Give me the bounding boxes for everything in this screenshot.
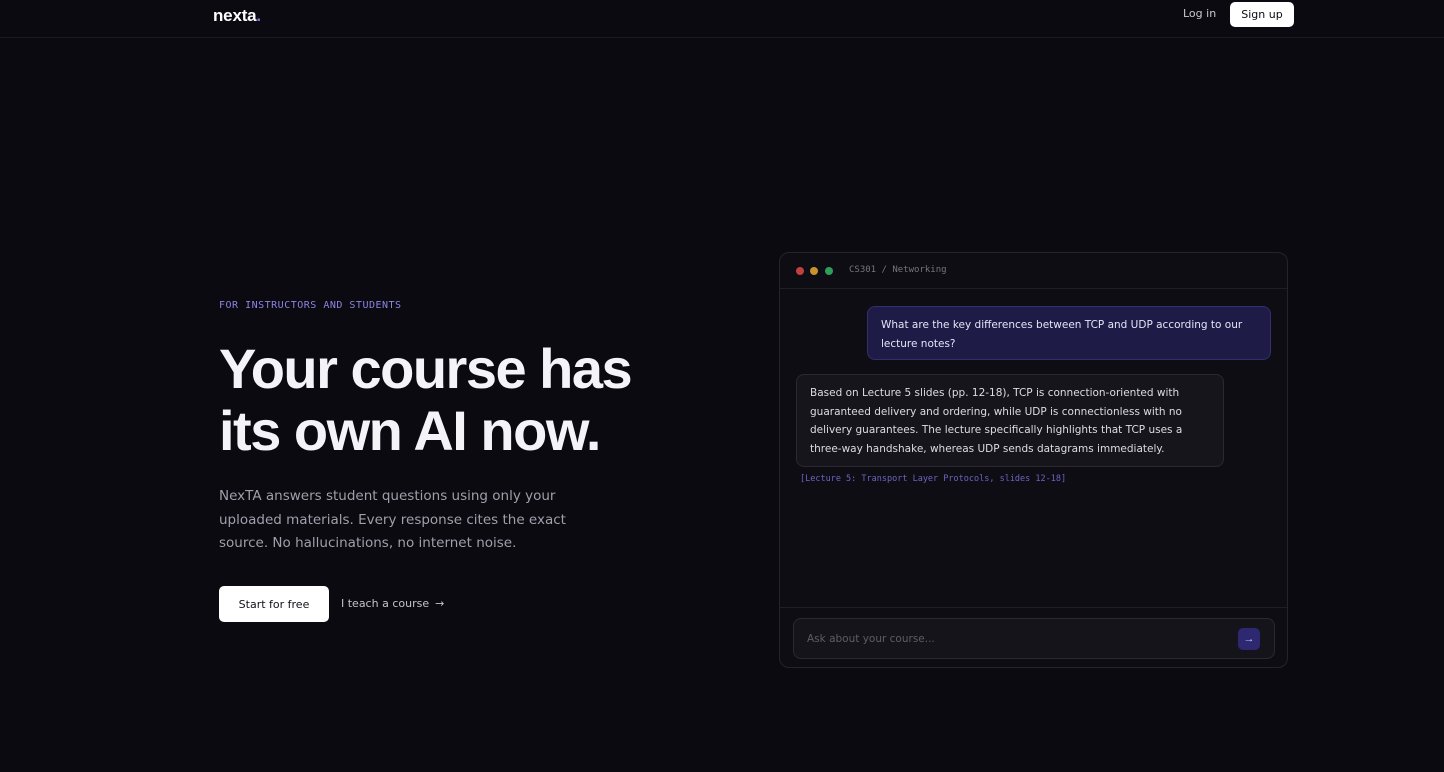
send-message-button[interactable]: → (1238, 628, 1260, 650)
chat-demo-window: CS301 / Networking What are the key diff… (779, 252, 1288, 668)
headline-line-2: its own AI now. (219, 399, 601, 462)
teach-a-course-link[interactable]: I teach a course → (341, 597, 444, 610)
chat-input-container: → (793, 618, 1275, 659)
source-citation[interactable]: [Lecture 5: Transport Layer Protocols, s… (800, 474, 1066, 484)
login-link[interactable]: Log in (1183, 7, 1216, 20)
ai-message-bubble: Based on Lecture 5 slides (pp. 12-18), T… (796, 374, 1224, 467)
user-message-bubble: What are the key differences between TCP… (867, 306, 1271, 360)
chat-course-path: CS301 / Networking (849, 265, 947, 275)
chat-input-divider (780, 607, 1287, 608)
window-maximize-dot-icon (825, 267, 833, 275)
arrow-right-icon: → (1243, 633, 1255, 645)
teach-a-course-label: I teach a course (341, 597, 430, 610)
hero-eyebrow: FOR INSTRUCTORS AND STUDENTS (219, 300, 402, 311)
landing-page: nexta. Log in Sign up FOR INSTRUCTORS AN… (0, 0, 1444, 772)
hero-headline: Your course has its own AI now. (219, 338, 679, 462)
top-navigation-bar: nexta. Log in Sign up (0, 0, 1444, 38)
arrow-right-icon: → (435, 597, 445, 610)
hero-subtext: NexTA answers student questions using on… (219, 488, 566, 551)
logo-dot: . (256, 6, 261, 25)
start-for-free-button[interactable]: Start for free (219, 586, 329, 622)
logo-text: nexta (213, 6, 257, 25)
nexta-logo[interactable]: nexta. (213, 6, 261, 26)
chat-titlebar: CS301 / Networking (780, 253, 1287, 289)
window-minimize-dot-icon (810, 267, 818, 275)
window-close-dot-icon (796, 267, 804, 275)
headline-line-1: Your course has (219, 337, 633, 400)
signup-button[interactable]: Sign up (1230, 2, 1294, 27)
chat-question-input[interactable] (794, 619, 1234, 658)
